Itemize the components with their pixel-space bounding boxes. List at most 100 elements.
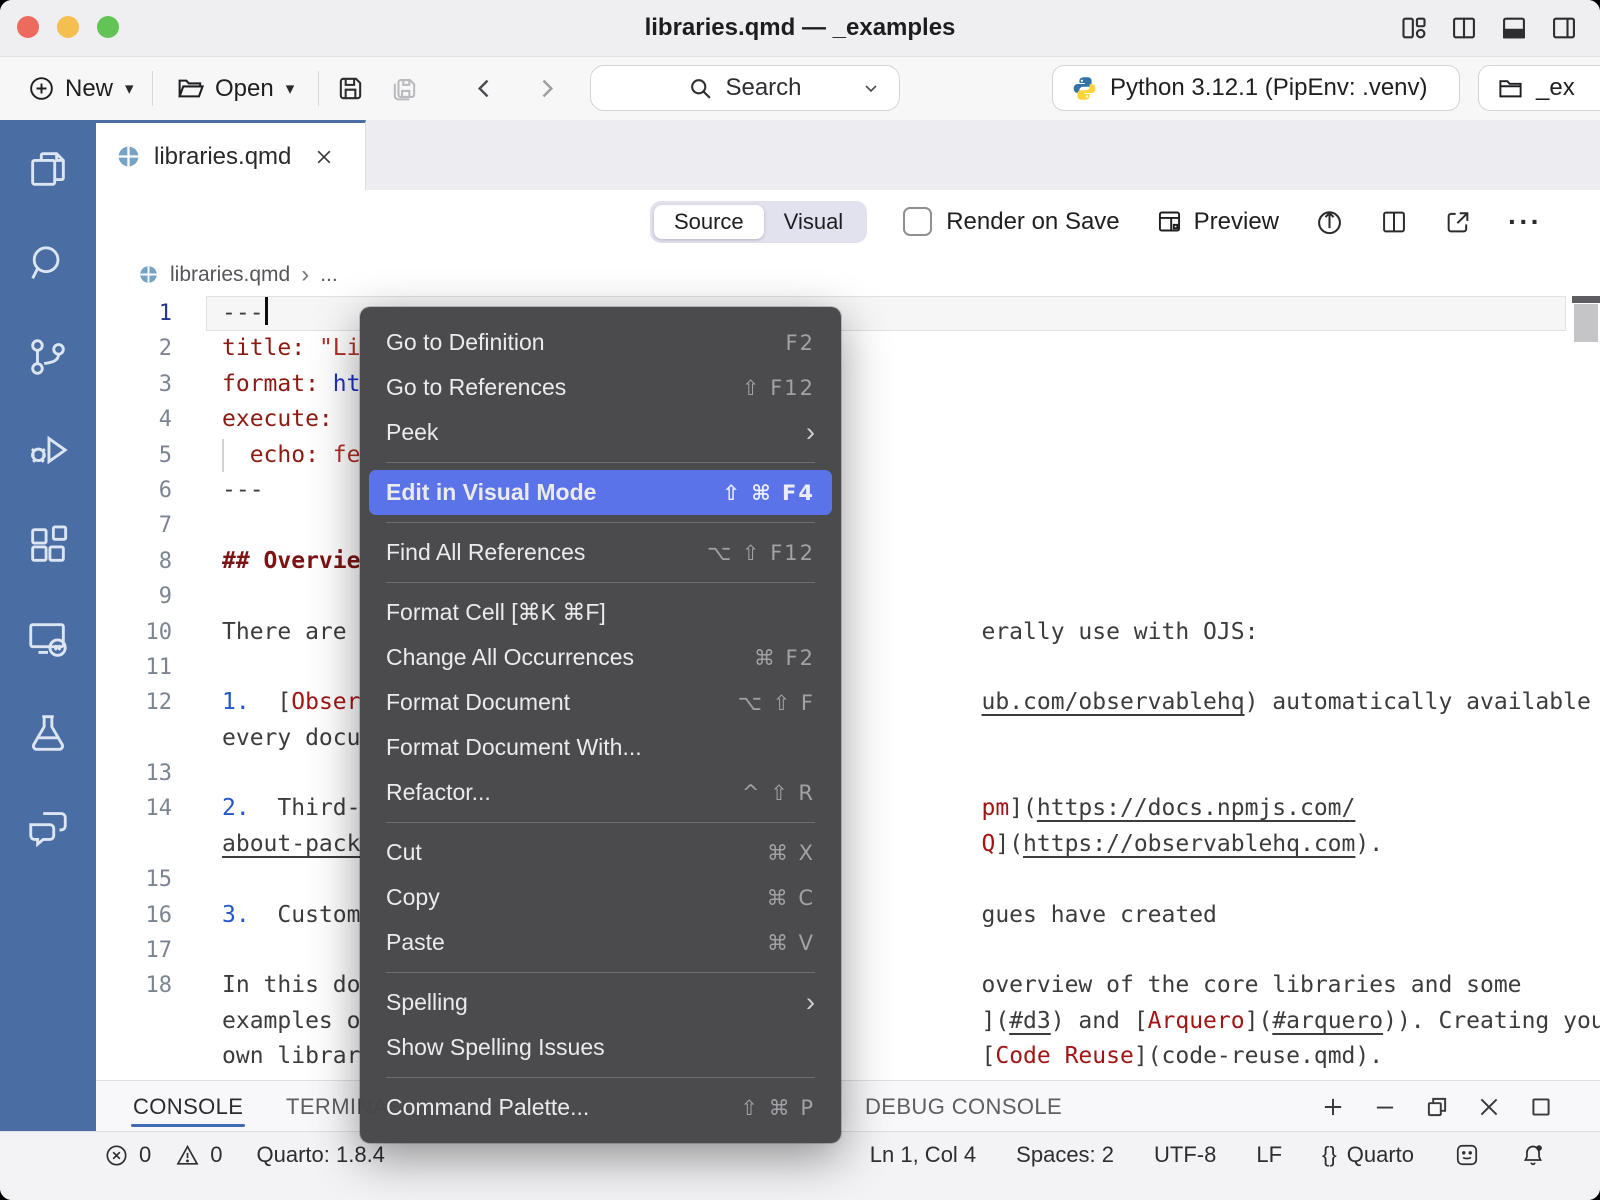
menu-item[interactable]: Cut⌘ X: [360, 830, 841, 875]
line-number: 1: [96, 296, 196, 331]
menu-item[interactable]: Go to DefinitionF2: [360, 320, 841, 365]
split-editor-icon[interactable]: [1380, 208, 1408, 236]
panel-restore-icon[interactable]: [1424, 1094, 1450, 1120]
search-box[interactable]: Search: [590, 65, 900, 111]
interpreter-button[interactable]: Python 3.12.1 (PipEnv: .venv): [1052, 65, 1460, 111]
menu-item[interactable]: Change All Occurrences⌘ F2: [360, 635, 841, 680]
menu-item-shortcut: ^ ⇧ R: [742, 781, 815, 805]
code-line[interactable]: 1---: [96, 296, 1600, 331]
panel-minimize-icon[interactable]: [1372, 1094, 1398, 1120]
save-icon[interactable]: [336, 74, 365, 103]
menu-item[interactable]: Spelling›: [360, 980, 841, 1025]
code-line[interactable]: 2title: "Li: [96, 331, 1600, 366]
testing-beaker-icon[interactable]: [25, 710, 71, 756]
menu-item[interactable]: Show Spelling Issues: [360, 1025, 841, 1070]
code-line[interactable]: 11: [96, 650, 1600, 685]
breadcrumb-more[interactable]: ...: [320, 263, 338, 287]
menu-item[interactable]: Peek›: [360, 410, 841, 455]
line-number: [96, 721, 196, 756]
breadcrumb-file[interactable]: libraries.qmd: [170, 263, 290, 287]
breadcrumb[interactable]: libraries.qmd › ...: [96, 253, 1600, 296]
code-line[interactable]: about-packQ](https://observablehq.com).: [96, 827, 1600, 862]
code-line[interactable]: 10There are erally use with OJS:: [96, 615, 1600, 650]
code-line[interactable]: 5 echo: fe: [96, 438, 1600, 473]
code-line[interactable]: 142. Third-pm](https://docs.npmjs.com/: [96, 791, 1600, 826]
toggle-panel-icon[interactable]: [1500, 14, 1528, 42]
panel-tab-console[interactable]: CONSOLE: [133, 1081, 243, 1132]
language-mode[interactable]: {} Quarto: [1322, 1142, 1414, 1168]
menu-item-shortcut: ⇧ ⌘ P: [740, 1096, 815, 1120]
search-sidebar-icon[interactable]: [25, 240, 71, 286]
code-line[interactable]: 4execute:: [96, 402, 1600, 437]
menu-item[interactable]: Format Document With...: [360, 725, 841, 770]
code-line[interactable]: 3format: ht: [96, 367, 1600, 402]
extensions-icon[interactable]: [25, 522, 71, 568]
panel-maximize-icon[interactable]: [1528, 1094, 1554, 1120]
menu-item[interactable]: Format Cell [⌘K ⌘F]: [360, 590, 841, 635]
code-line[interactable]: examples o](#d3) and [Arquero](#arquero)…: [96, 1004, 1600, 1039]
panel-plus-icon[interactable]: [1320, 1094, 1346, 1120]
code-line[interactable]: 121. [Obserub.com/observablehq) automati…: [96, 685, 1600, 720]
main-toolbar: New ▾ Open ▾ Search Python 3.12.1 (PipEn…: [0, 57, 1600, 121]
panel-tab-debug-console[interactable]: DEBUG CONSOLE: [865, 1081, 1062, 1132]
preview-button[interactable]: Preview: [1156, 208, 1279, 236]
toggle-secondary-sidebar-icon[interactable]: [1550, 14, 1578, 42]
back-icon[interactable]: [470, 74, 499, 103]
cursor-position[interactable]: Ln 1, Col 4: [870, 1142, 976, 1168]
menu-item[interactable]: Find All References⌥ ⇧ F12: [360, 530, 841, 575]
tab-libraries-qmd[interactable]: libraries.qmd: [96, 120, 366, 190]
menu-item[interactable]: Go to References⇧ F12: [360, 365, 841, 410]
explorer-icon[interactable]: [25, 146, 71, 192]
source-control-icon[interactable]: [25, 334, 71, 380]
menu-item-label: Change All Occurrences: [386, 644, 754, 671]
menu-item[interactable]: Format Document⌥ ⇧ F: [360, 680, 841, 725]
render-on-save-checkbox[interactable]: [903, 207, 932, 236]
indentation[interactable]: Spaces: 2: [1016, 1142, 1114, 1168]
code-line[interactable]: 163. Customgues have created: [96, 898, 1600, 933]
menu-item[interactable]: Command Palette...⇧ ⌘ P: [360, 1085, 841, 1130]
line-number: 13: [96, 756, 196, 791]
code-editor[interactable]: 1---2title: "Li3format: ht4execute:5 ech…: [96, 296, 1600, 1080]
code-line[interactable]: 7: [96, 508, 1600, 543]
panel-close-icon[interactable]: [1476, 1094, 1502, 1120]
open-in-new-window-icon[interactable]: [1444, 208, 1472, 236]
menu-item[interactable]: Paste⌘ V: [360, 920, 841, 965]
remote-explorer-icon[interactable]: [25, 616, 71, 662]
workspace-button[interactable]: _ex: [1478, 65, 1600, 111]
notifications-bell-icon[interactable]: [1520, 1142, 1546, 1168]
source-mode-button[interactable]: Source: [654, 205, 764, 239]
editor-scrollbar[interactable]: [1574, 304, 1598, 342]
feedback-smiley-icon[interactable]: [1454, 1142, 1480, 1168]
problems-indicator[interactable]: 0 0: [104, 1142, 223, 1168]
code-line[interactable]: 18In this dooverview of the core librari…: [96, 968, 1600, 1003]
more-actions-icon[interactable]: ···: [1508, 206, 1542, 238]
encoding[interactable]: UTF-8: [1154, 1142, 1216, 1168]
split-editor-layout-icon[interactable]: [1450, 14, 1478, 42]
comments-icon[interactable]: [25, 804, 71, 850]
run-debug-icon[interactable]: [25, 428, 71, 474]
close-tab-icon[interactable]: [314, 147, 334, 167]
code-line[interactable]: 8## Overvie: [96, 544, 1600, 579]
quarto-version[interactable]: Quarto: 1.8.4: [257, 1142, 385, 1168]
quarto-file-icon: [116, 144, 141, 169]
menu-item[interactable]: Edit in Visual Mode⇧ ⌘ F4: [369, 470, 832, 515]
code-line[interactable]: every docu: [96, 721, 1600, 756]
customize-layout-icon[interactable]: [1400, 14, 1428, 42]
menu-item[interactable]: Refactor...^ ⇧ R: [360, 770, 841, 815]
code-line[interactable]: 6---: [96, 473, 1600, 508]
code-line[interactable]: 9: [96, 579, 1600, 614]
new-button[interactable]: New ▾: [28, 57, 134, 120]
visual-mode-button[interactable]: Visual: [764, 205, 864, 239]
menu-item-label: Format Cell [⌘K ⌘F]: [386, 599, 815, 626]
code-line[interactable]: own librar[Code Reuse](code-reuse.qmd).: [96, 1039, 1600, 1074]
menu-item[interactable]: Copy⌘ C: [360, 875, 841, 920]
code-line[interactable]: 13: [96, 756, 1600, 791]
eol-sequence[interactable]: LF: [1256, 1142, 1282, 1168]
code-line[interactable]: 15: [96, 862, 1600, 897]
render-document-icon[interactable]: [1315, 207, 1344, 236]
forward-icon[interactable]: [532, 74, 561, 103]
code-line[interactable]: 17: [96, 933, 1600, 968]
open-button[interactable]: Open ▾: [176, 57, 294, 120]
save-all-icon[interactable]: [390, 74, 419, 103]
menu-separator: [386, 1077, 815, 1078]
